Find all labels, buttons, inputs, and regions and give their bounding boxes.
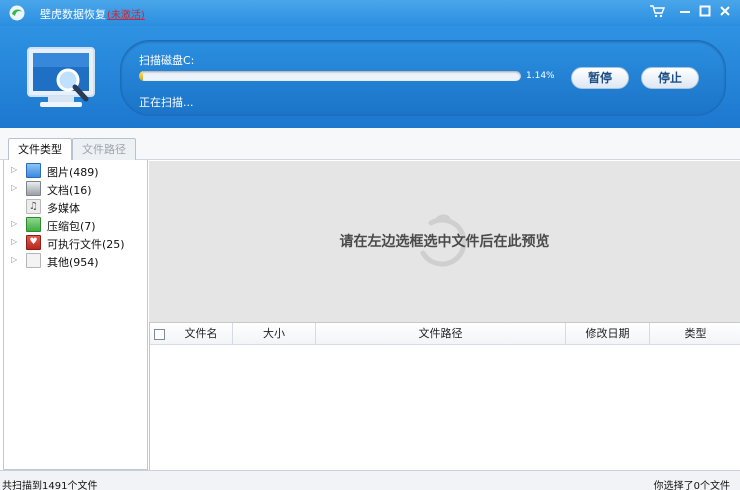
scan-monitor-icon bbox=[27, 47, 95, 107]
music-icon: ♫ bbox=[26, 199, 41, 214]
pause-button[interactable]: 暂停 bbox=[571, 67, 629, 89]
minimize-icon[interactable] bbox=[676, 4, 694, 22]
cart-icon[interactable] bbox=[648, 4, 666, 22]
app-title: 壁虎数据恢复 bbox=[40, 8, 106, 21]
column-header-filename[interactable]: 文件名 bbox=[170, 323, 233, 345]
other-file-icon bbox=[26, 253, 41, 268]
file-list-table: 文件名 大小 文件路径 修改日期 类型 bbox=[149, 323, 740, 470]
scan-progress-percent: 1.14% bbox=[526, 71, 555, 81]
column-header-modified-date[interactable]: 修改日期 bbox=[566, 323, 650, 345]
tree-item-executables[interactable]: ▷ ♥ 可执行文件(25) bbox=[4, 234, 147, 252]
column-header-size[interactable]: 大小 bbox=[233, 323, 316, 345]
activation-badge[interactable]: (未激活) bbox=[107, 6, 145, 21]
close-icon[interactable] bbox=[716, 4, 734, 22]
tree-item-multimedia[interactable]: ♫ 多媒体 bbox=[4, 198, 147, 216]
tree-item-label: 其他(954) bbox=[47, 256, 99, 269]
tree-item-label: 压缩包(7) bbox=[47, 220, 96, 233]
tab-strip: 文件类型 文件路径 bbox=[0, 128, 740, 161]
tree-item-images[interactable]: ▷ 图片(489) bbox=[4, 162, 147, 180]
expand-arrow-icon[interactable]: ▷ bbox=[11, 219, 17, 228]
scan-progress-fill bbox=[139, 71, 144, 81]
archive-icon bbox=[26, 217, 41, 232]
stop-button[interactable]: 停止 bbox=[641, 67, 699, 89]
expand-arrow-icon[interactable]: ▷ bbox=[11, 165, 17, 174]
tree-item-other[interactable]: ▷ 其他(954) bbox=[4, 252, 147, 270]
scan-header: 扫描磁盘C: 1.14% 正在扫描... 暂停 停止 bbox=[0, 26, 740, 128]
scan-status-text: 正在扫描... bbox=[139, 96, 194, 109]
file-preview-area: 请在左边选框选中文件后在此预览 bbox=[149, 161, 740, 323]
image-icon bbox=[26, 163, 41, 178]
app-logo-icon bbox=[9, 5, 25, 21]
status-bar: 共扫描到1491个文件 你选择了0个文件 bbox=[0, 470, 740, 490]
document-icon bbox=[26, 181, 41, 196]
tab-file-type[interactable]: 文件类型 bbox=[8, 138, 72, 161]
expand-arrow-icon[interactable]: ▷ bbox=[11, 237, 17, 246]
column-header-type[interactable]: 类型 bbox=[650, 323, 740, 345]
select-all-checkbox[interactable] bbox=[154, 329, 165, 340]
preview-hint: 请在左边选框选中文件后在此预览 bbox=[339, 234, 550, 250]
scan-title: 扫描磁盘C: bbox=[139, 54, 195, 67]
tab-file-path[interactable]: 文件路径 bbox=[72, 138, 136, 160]
tree-item-label: 多媒体 bbox=[47, 202, 80, 215]
title-bar: 壁虎数据恢复 (未激活) bbox=[0, 0, 740, 26]
scan-progress-bar bbox=[139, 71, 521, 81]
tree-item-documents[interactable]: ▷ 文档(16) bbox=[4, 180, 147, 198]
file-type-tree: ▷ 图片(489) ▷ 文档(16) ♫ 多媒体 ▷ 压缩包(7) ▷ ♥ 可执… bbox=[3, 160, 148, 470]
scan-progress-panel: 扫描磁盘C: 1.14% 正在扫描... 暂停 停止 bbox=[120, 40, 726, 116]
scan-count-text: 共扫描到1491个文件 bbox=[2, 481, 98, 490]
tree-item-label: 文档(16) bbox=[47, 184, 92, 197]
tree-item-label: 可执行文件(25) bbox=[47, 238, 125, 251]
selected-count-text: 你选择了0个文件 bbox=[653, 481, 730, 490]
expand-arrow-icon[interactable]: ▷ bbox=[11, 255, 17, 264]
expand-arrow-icon[interactable]: ▷ bbox=[11, 183, 17, 192]
tree-item-label: 图片(489) bbox=[47, 166, 99, 179]
executable-icon: ♥ bbox=[26, 235, 41, 250]
table-header: 文件名 大小 文件路径 修改日期 类型 bbox=[150, 323, 740, 345]
column-header-path[interactable]: 文件路径 bbox=[316, 323, 566, 345]
tree-item-archives[interactable]: ▷ 压缩包(7) bbox=[4, 216, 147, 234]
maximize-icon[interactable] bbox=[696, 4, 714, 22]
